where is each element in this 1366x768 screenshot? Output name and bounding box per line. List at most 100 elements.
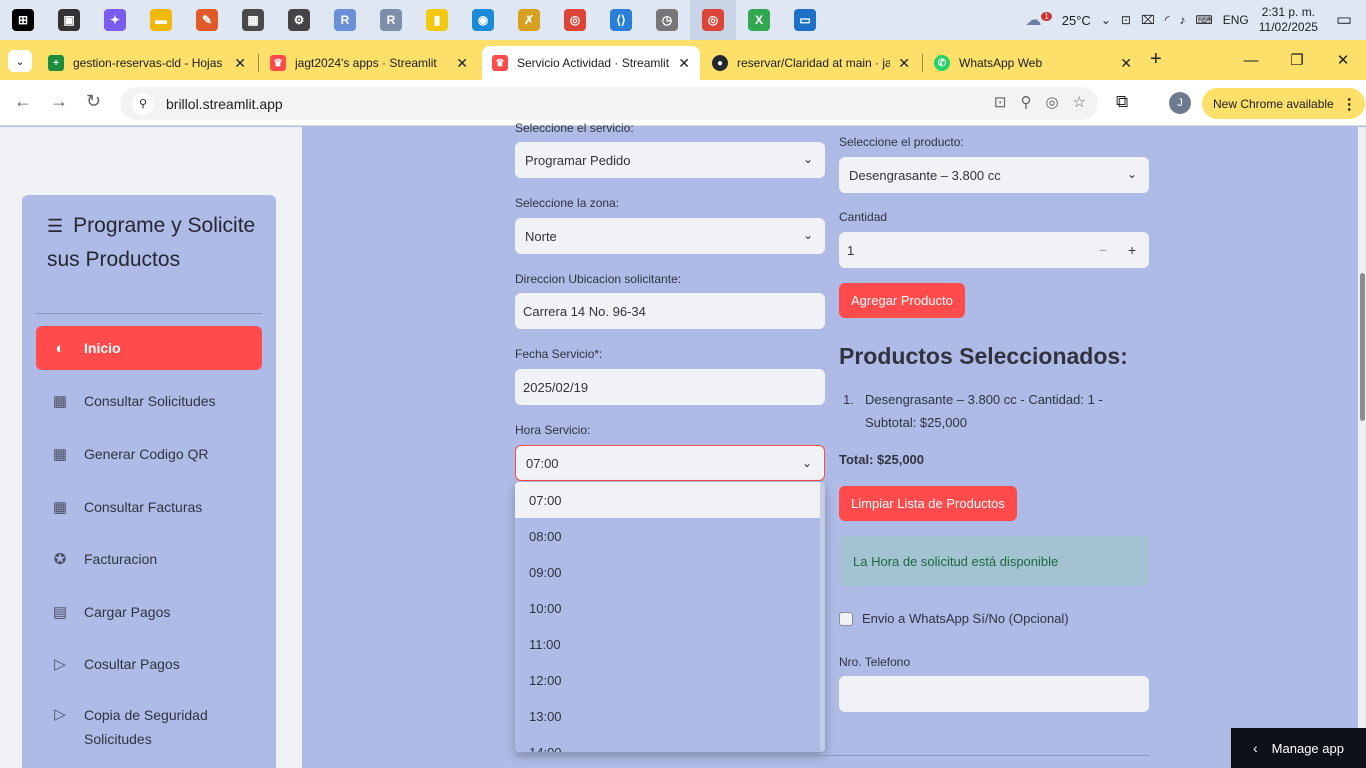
sidebar-item-cosultar-pagos[interactable]: ▷ Cosultar Pagos	[36, 642, 262, 686]
hora-label: Hora Servicio:	[515, 423, 591, 437]
install-app-icon[interactable]: ⊡	[994, 93, 1007, 111]
list-item: 1. Desengrasante – 3.800 cc - Cantidad: …	[843, 388, 1113, 434]
sidebar-item-facturacion[interactable]: ✪ Facturacion	[36, 537, 262, 581]
address-bar[interactable]: ⚲ brillol.streamlit.app ⊡ ⚲ ◎ ☆	[120, 87, 1098, 120]
close-icon[interactable]: ✕	[234, 55, 246, 72]
extensions-icon[interactable]: ⧉	[1116, 92, 1128, 112]
zona-select[interactable]: Norte ⌄	[515, 218, 825, 254]
new-tab-button[interactable]: +	[1150, 48, 1162, 71]
power-bi-icon[interactable]: ▮	[414, 0, 460, 40]
sidebar-item-cargar-pagos[interactable]: ▤ Cargar Pagos	[36, 590, 262, 634]
scrollbar-thumb[interactable]	[1360, 273, 1365, 421]
dropdown-scrollbar[interactable]	[820, 482, 825, 752]
new-chrome-available-button[interactable]: New Chrome available ⋮	[1202, 88, 1365, 119]
increment-button[interactable]: +	[1128, 242, 1136, 258]
site-info-icon[interactable]: ⚲	[132, 92, 154, 115]
hora-option[interactable]: 10:00	[515, 590, 825, 626]
profile-avatar[interactable]: J	[1169, 92, 1191, 114]
vscode-icon[interactable]: ⟨⟩	[598, 0, 644, 40]
whatsapp-label[interactable]: Envio a WhatsApp Sí/No (Opcional)	[862, 611, 1069, 626]
close-window-button[interactable]: ✕	[1320, 40, 1366, 80]
productos-seleccionados-heading: Productos Seleccionados:	[839, 343, 1128, 369]
minimize-button[interactable]: —	[1228, 40, 1274, 80]
tab-gestion-reservas[interactable]: + gestion-reservas-cld - Hojas ✕	[38, 46, 256, 80]
close-icon[interactable]: ✕	[1120, 55, 1132, 72]
sidebar-item-copia-seguridad[interactable]: ▷ Copia de Seguridad Solicitudes	[36, 695, 262, 751]
task-view-icon[interactable]: ▣	[46, 0, 92, 40]
notification-icon[interactable]: ▭	[1336, 10, 1352, 30]
sidebar-item-inicio[interactable]: ◐ Inicio	[36, 326, 262, 370]
window-app-icon[interactable]: ▭	[782, 0, 828, 40]
close-icon[interactable]: ✕	[678, 55, 690, 72]
rstudio-icon[interactable]: R	[368, 0, 414, 40]
decrement-button[interactable]: −	[1099, 242, 1107, 258]
sidebar-item-generar-codigo-qr[interactable]: ▦ Generar Codigo QR	[36, 432, 262, 476]
hora-option[interactable]: 12:00	[515, 662, 825, 698]
sidebar-item-consultar-facturas[interactable]: ▦ Consultar Facturas	[36, 485, 262, 529]
agregar-producto-button[interactable]: Agregar Producto	[839, 283, 965, 318]
cantidad-value[interactable]: 1	[847, 243, 854, 258]
network-off-icon[interactable]: ⌧	[1141, 13, 1155, 27]
pen-tool-icon[interactable]: ✗	[506, 0, 552, 40]
clock-app-icon[interactable]: ◷	[644, 0, 690, 40]
excel-like-icon[interactable]: X	[736, 0, 782, 40]
sidebar-item-label: Generar Codigo QR	[84, 446, 209, 462]
servicio-select[interactable]: Programar Pedido ⌄	[515, 142, 825, 178]
clock-date: 11/02/2025	[1258, 20, 1318, 34]
tab-search-button[interactable]: ⌄	[8, 50, 32, 72]
fecha-input[interactable]: 2025/02/19	[515, 369, 825, 405]
hora-option[interactable]: 07:00	[515, 482, 820, 518]
close-icon[interactable]: ✕	[456, 55, 468, 72]
r-icon[interactable]: R	[322, 0, 368, 40]
hora-option[interactable]: 11:00	[515, 626, 825, 662]
language-indicator[interactable]: ENG	[1223, 13, 1249, 27]
hora-option[interactable]: 13:00	[515, 698, 825, 734]
limpiar-lista-button[interactable]: Limpiar Lista de Productos	[839, 486, 1017, 521]
volume-icon[interactable]: ♪	[1179, 13, 1185, 27]
hora-option[interactable]: 08:00	[515, 518, 825, 554]
producto-select[interactable]: Desengrasante – 3.800 cc ⌄	[839, 157, 1149, 193]
whatsapp-checkbox[interactable]	[839, 612, 853, 626]
tab-servicio-actividad[interactable]: ♛ Servicio Actividad · Streamlit ✕	[482, 46, 700, 80]
tab-whatsapp-web[interactable]: ✆ WhatsApp Web ✕	[924, 46, 1142, 80]
sidebar-item-consultar-solicitudes[interactable]: ▦ Consultar Solicitudes	[36, 379, 262, 423]
file-explorer-icon[interactable]: ▬	[138, 0, 184, 40]
bookmark-star-icon[interactable]: ☆	[1073, 93, 1086, 111]
windows-start-icon[interactable]: ⊞	[0, 0, 46, 40]
manage-app-button[interactable]: ‹ Manage app	[1231, 728, 1366, 768]
chrome-icon[interactable]: ◎	[552, 0, 598, 40]
settings-icon[interactable]: ⚙	[276, 0, 322, 40]
copilot-icon[interactable]: ✦	[92, 0, 138, 40]
reload-icon[interactable]: ↻	[86, 91, 101, 112]
zoom-icon[interactable]: ⚲	[1020, 93, 1031, 111]
back-icon[interactable]: ←	[14, 91, 32, 112]
forward-icon[interactable]: →	[50, 91, 68, 112]
paint-icon[interactable]: ✎	[184, 0, 230, 40]
meet-icon[interactable]: ⊡	[1121, 13, 1131, 27]
edge-icon[interactable]: ◉	[460, 0, 506, 40]
calculator-icon[interactable]: ▦	[230, 0, 276, 40]
chevron-up-icon[interactable]: ⌄	[1101, 13, 1111, 27]
url-text[interactable]: brillol.streamlit.app	[166, 96, 283, 112]
wifi-icon[interactable]: ◜	[1165, 13, 1170, 27]
hora-option[interactable]: 14:00	[515, 734, 825, 753]
system-tray: ☁ 1 25°C ⌄ ⊡ ⌧ ◜ ♪ ⌨ ENG 2:31 p. m. 11/02…	[1025, 0, 1366, 40]
keyboard-icon[interactable]: ⌨	[1195, 13, 1212, 27]
restore-button[interactable]: ❐	[1274, 40, 1320, 80]
close-icon[interactable]: ✕	[898, 55, 910, 72]
hora-select[interactable]: 07:00 ⌄	[515, 445, 825, 481]
eye-off-icon[interactable]: ◎	[1045, 93, 1058, 111]
page-scrollbar[interactable]	[1358, 127, 1366, 768]
weather-icon[interactable]: ☁ 1	[1025, 10, 1052, 30]
direccion-input[interactable]: Carrera 14 No. 96-34	[515, 293, 825, 329]
clock[interactable]: 2:31 p. m. 11/02/2025	[1259, 5, 1318, 35]
more-menu-icon[interactable]: ⋮	[1342, 95, 1357, 113]
chrome-profile-icon[interactable]: ◎	[690, 0, 736, 40]
telefono-input[interactable]	[839, 676, 1149, 712]
hora-option[interactable]: 09:00	[515, 554, 825, 590]
tab-github-reservar[interactable]: ● reservar/Claridad at main · ja ✕	[702, 46, 920, 80]
tab-jagt2024-apps[interactable]: ♛ jagt2024's apps · Streamlit ✕	[260, 46, 478, 80]
chevron-down-icon: ⌄	[802, 228, 813, 242]
cantidad-stepper[interactable]: 1 − +	[839, 232, 1149, 268]
sidebar-title: ☰ Programe y Solicite sus Productos	[47, 209, 257, 276]
